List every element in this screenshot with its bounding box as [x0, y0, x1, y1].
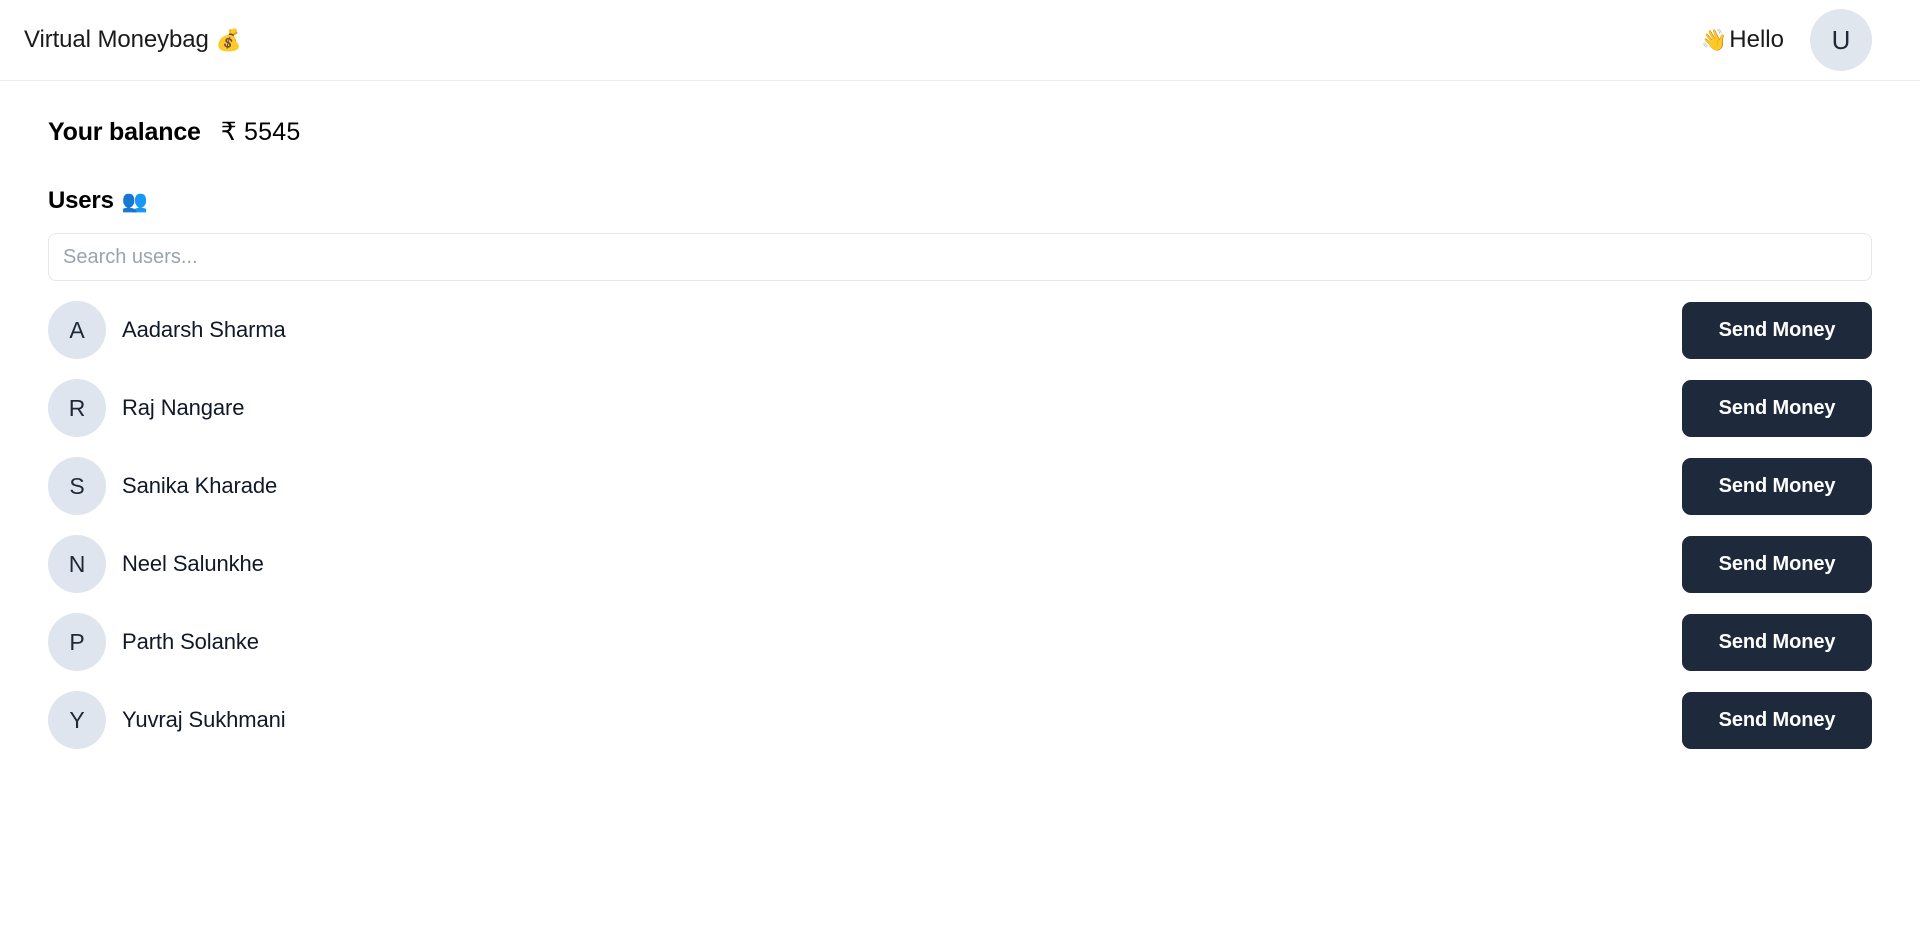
greeting: 👋 Hello [1701, 28, 1784, 52]
avatar-initial: U [1831, 24, 1851, 55]
send-money-button[interactable]: Send Money [1682, 457, 1872, 515]
user-name: Neel Salunkhe [122, 551, 264, 576]
user-identity: P Parth Solanke [48, 613, 259, 671]
list-item[interactable]: Y Yuvraj Sukhmani Send Money [48, 681, 1872, 759]
user-name: Raj Nangare [122, 395, 245, 420]
header-right-group: 👋 Hello U [1701, 9, 1872, 71]
user-name: Aadarsh Sharma [122, 317, 286, 342]
people-icon: 👥 [121, 188, 148, 213]
avatar: A [48, 301, 106, 359]
user-name: Yuvraj Sukhmani [122, 707, 286, 732]
avatar: N [48, 535, 106, 593]
greeting-label: Hello [1729, 26, 1784, 53]
send-money-button[interactable]: Send Money [1682, 613, 1872, 671]
moneybag-icon: 💰 [215, 27, 242, 52]
balance-label: Your balance [48, 118, 201, 146]
avatar: S [48, 457, 106, 515]
send-money-button[interactable]: Send Money [1682, 379, 1872, 437]
user-name: Parth Solanke [122, 629, 259, 654]
list-item[interactable]: N Neel Salunkhe Send Money [48, 525, 1872, 603]
avatar-initial: R [68, 394, 86, 421]
user-name: Sanika Kharade [122, 473, 278, 498]
app-title: Virtual Moneybag [24, 26, 209, 53]
list-item[interactable]: P Parth Solanke Send Money [48, 603, 1872, 681]
avatar-initial: Y [69, 706, 85, 733]
user-identity: A Aadarsh Sharma [48, 301, 286, 359]
user-identity: R Raj Nangare [48, 379, 245, 437]
users-heading: Users 👥 [48, 187, 1872, 215]
list-item[interactable]: A Aadarsh Sharma Send Money [48, 291, 1872, 369]
main-content: Your balance ₹ 5545 Users 👥 A Aadarsh Sh… [0, 117, 1920, 759]
avatar-initial: P [69, 628, 85, 655]
send-money-button[interactable]: Send Money [1682, 301, 1872, 359]
avatar: P [48, 613, 106, 671]
avatar: R [48, 379, 106, 437]
search-input[interactable] [48, 233, 1872, 281]
send-money-button[interactable]: Send Money [1682, 691, 1872, 749]
list-item[interactable]: S Sanika Kharade Send Money [48, 447, 1872, 525]
avatar-initial: S [69, 472, 85, 499]
balance-section: Your balance ₹ 5545 [48, 117, 1872, 147]
user-identity: N Neel Salunkhe [48, 535, 264, 593]
list-item[interactable]: R Raj Nangare Send Money [48, 369, 1872, 447]
search-container [48, 233, 1872, 281]
user-identity: Y Yuvraj Sukhmani [48, 691, 286, 749]
avatar: Y [48, 691, 106, 749]
avatar-initial: A [69, 316, 85, 343]
user-identity: S Sanika Kharade [48, 457, 277, 515]
send-money-button[interactable]: Send Money [1682, 535, 1872, 593]
app-brand[interactable]: Virtual Moneybag 💰 [24, 28, 242, 52]
user-list: A Aadarsh Sharma Send Money R Raj Nangar… [48, 291, 1872, 759]
app-header: Virtual Moneybag 💰 👋 Hello U [0, 0, 1920, 81]
avatar-initial: N [68, 550, 86, 577]
balance-amount: ₹ 5545 [220, 118, 301, 146]
avatar[interactable]: U [1810, 9, 1872, 71]
users-heading-label: Users [48, 187, 114, 214]
waving-hand-icon: 👋 [1701, 27, 1728, 52]
